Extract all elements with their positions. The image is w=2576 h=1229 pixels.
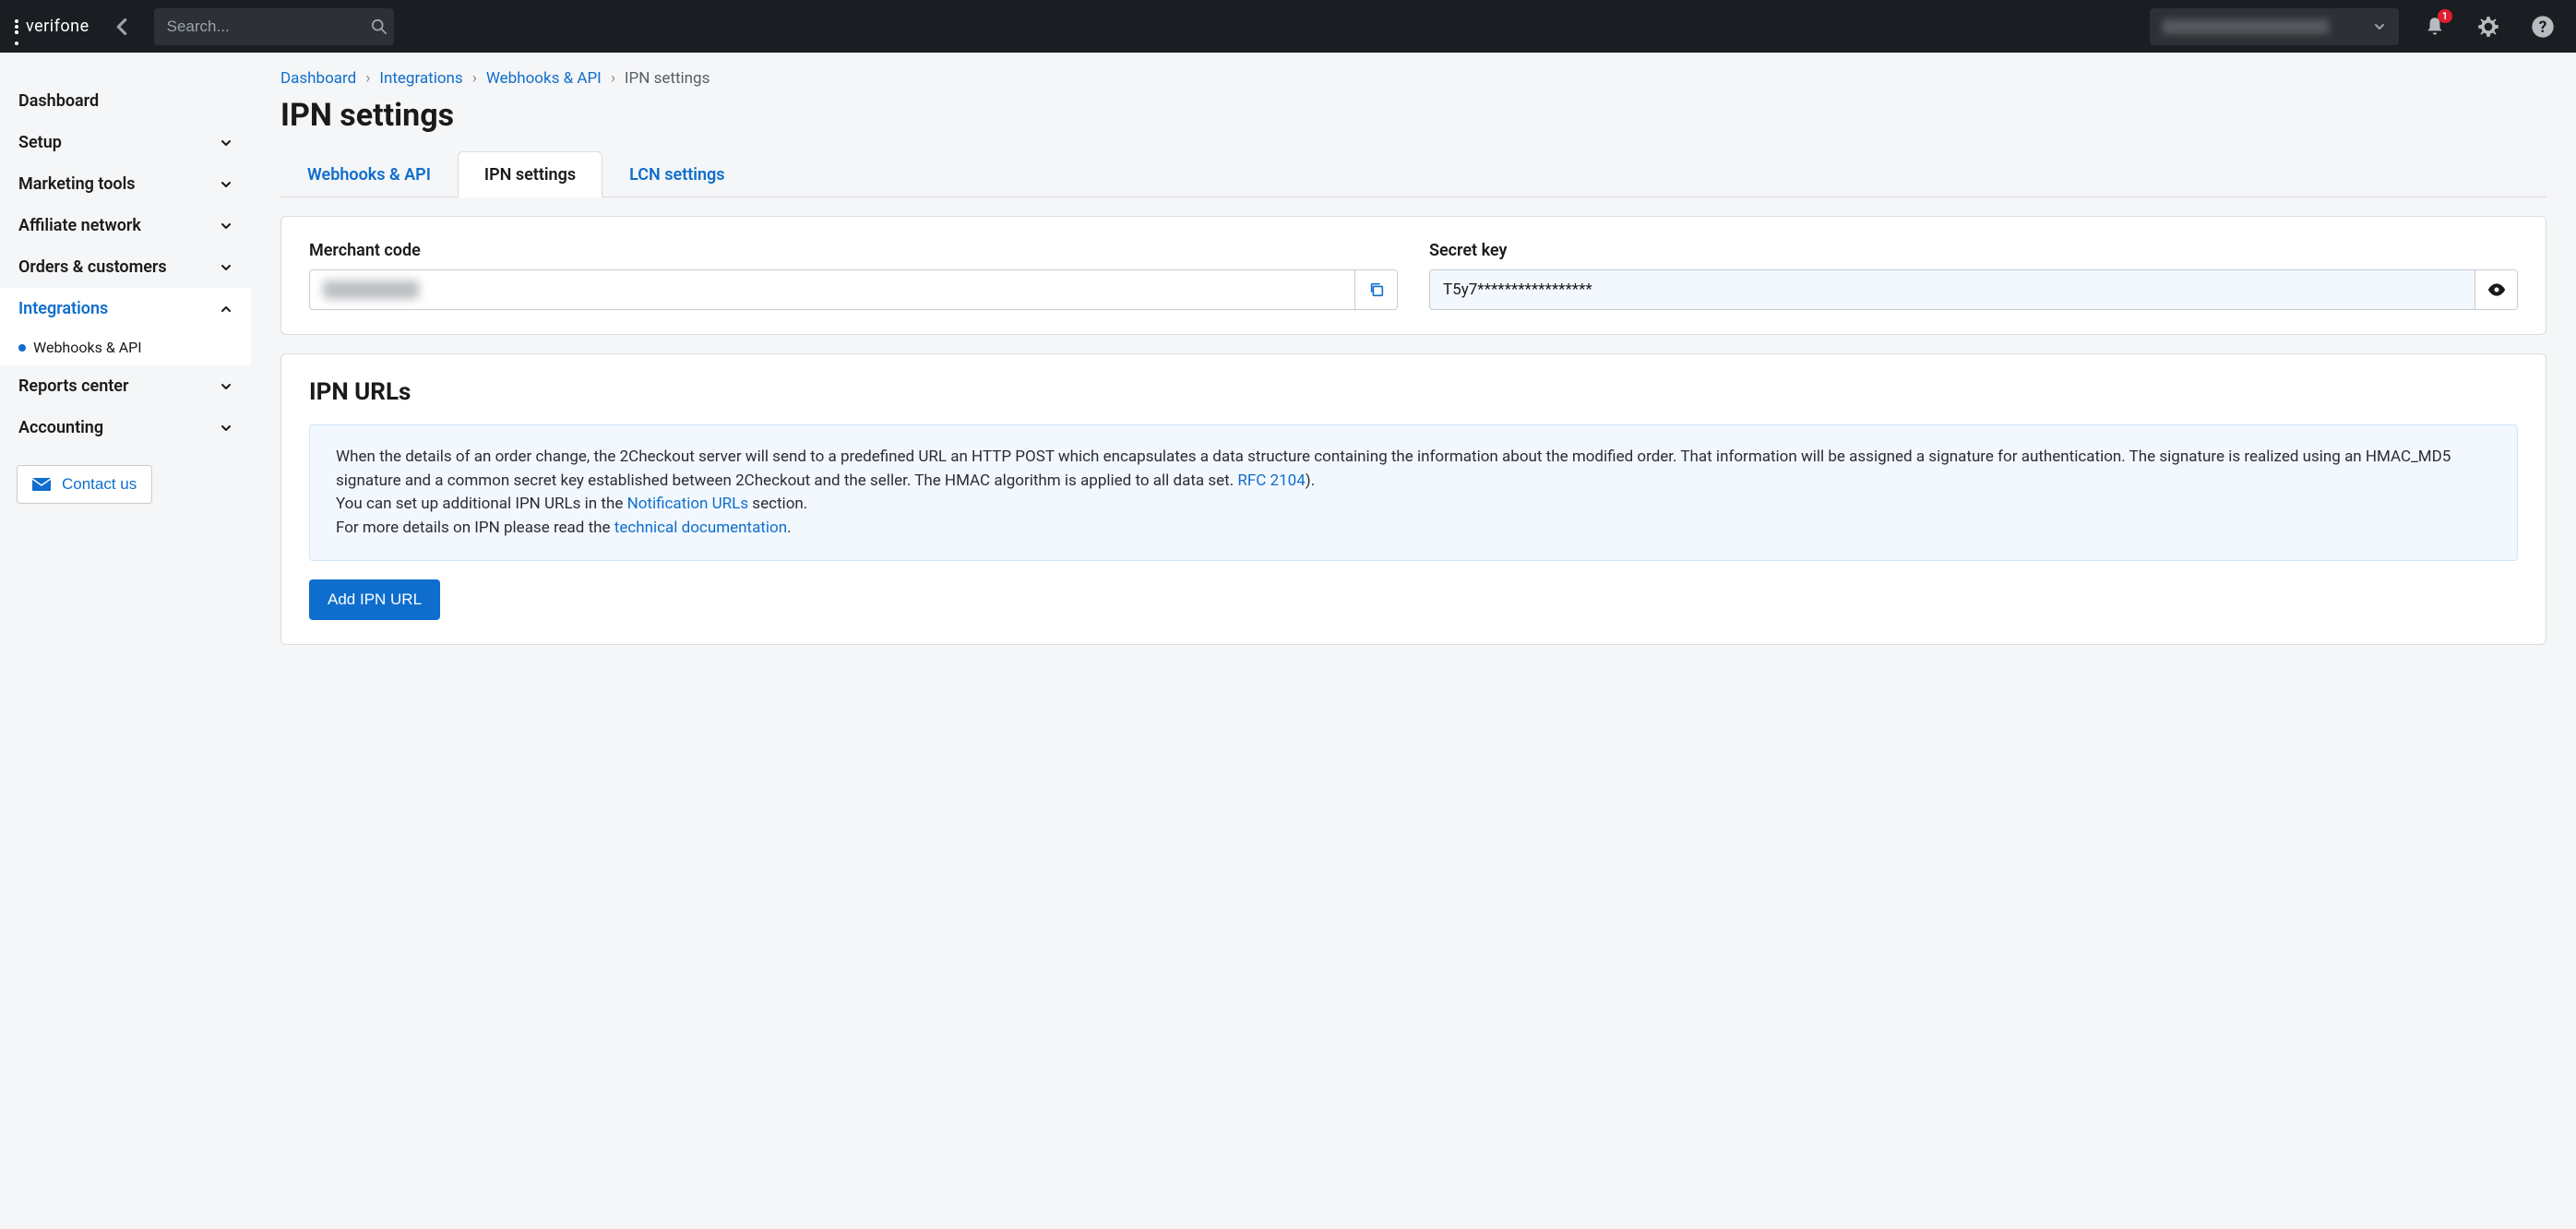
reveal-secret-key-button[interactable] (2475, 270, 2517, 309)
eye-icon (2487, 283, 2506, 296)
sidebar-subitem-label: Webhooks & API (33, 339, 142, 356)
notification-urls-link[interactable]: Notification URLs (627, 495, 749, 513)
mail-icon (32, 478, 51, 491)
chevron-down-icon (2373, 20, 2386, 33)
info-paragraph-1: When the details of an order change, the… (336, 446, 2491, 493)
merchant-code-input-group: XXXXXX (309, 269, 1398, 310)
search-box[interactable] (154, 8, 394, 45)
breadcrumb: Dashboard › Integrations › Webhooks & AP… (280, 69, 2546, 88)
chevron-left-icon (115, 18, 128, 36)
account-selector[interactable] (2150, 8, 2399, 45)
breadcrumb-link[interactable]: Dashboard (280, 69, 356, 88)
sidebar-item-label: Affiliate network (18, 216, 141, 235)
secret-key-field: Secret key T5y7***************** (1429, 241, 2518, 310)
sidebar-item-integrations[interactable]: Integrations (0, 288, 251, 329)
svg-text:?: ? (2539, 18, 2547, 36)
contact-us-label: Contact us (62, 475, 137, 494)
tab-lcn-settings[interactable]: LCN settings (602, 151, 751, 197)
chevron-down-icon (220, 422, 233, 435)
merchant-code-label: Merchant code (309, 241, 1398, 260)
chevron-down-icon (220, 137, 233, 149)
sidebar: Dashboard Setup Marketing tools Affiliat… (0, 53, 251, 1229)
brand-logo[interactable]: verifone (15, 17, 89, 36)
sidebar-item-label: Dashboard (18, 91, 99, 111)
ipn-urls-title: IPN URLs (309, 378, 2518, 406)
copy-merchant-code-button[interactable] (1354, 270, 1397, 309)
sidebar-item-accounting[interactable]: Accounting (0, 407, 251, 448)
notifications-button[interactable]: 1 (2417, 9, 2452, 44)
sidebar-item-affiliate-network[interactable]: Affiliate network (0, 205, 251, 246)
page-title: IPN settings (280, 97, 2546, 134)
chevron-down-icon (220, 178, 233, 191)
breadcrumb-separator-icon: › (472, 69, 477, 88)
ipn-urls-card: IPN URLs When the details of an order ch… (280, 353, 2546, 645)
sidebar-item-label: Orders & customers (18, 257, 167, 277)
info-paragraph-2: You can set up additional IPN URLs in th… (336, 493, 2491, 517)
gear-icon (2476, 15, 2500, 39)
logo-mark-icon (15, 19, 18, 34)
chevron-down-icon (220, 220, 233, 233)
contact-us-button[interactable]: Contact us (17, 465, 152, 504)
sidebar-item-setup[interactable]: Setup (0, 122, 251, 163)
merchant-code-field: Merchant code XXXXXX (309, 241, 1398, 310)
active-dot-icon (18, 344, 26, 352)
sidebar-item-label: Integrations (18, 299, 108, 318)
ipn-info-box: When the details of an order change, the… (309, 424, 2518, 561)
sidebar-item-marketing-tools[interactable]: Marketing tools (0, 163, 251, 205)
tabs: Webhooks & API IPN settings LCN settings (280, 150, 2546, 197)
account-selector-value (2163, 19, 2329, 34)
rfc-link[interactable]: RFC 2104 (1237, 471, 1305, 490)
sidebar-item-dashboard[interactable]: Dashboard (0, 80, 251, 122)
tab-ipn-settings[interactable]: IPN settings (458, 151, 602, 197)
breadcrumb-current: IPN settings (625, 69, 710, 88)
help-icon: ? (2530, 14, 2556, 40)
sidebar-item-reports-center[interactable]: Reports center (0, 365, 251, 407)
chevron-down-icon (220, 380, 233, 393)
notification-badge: 1 (2438, 9, 2452, 23)
secret-key-value[interactable]: T5y7***************** (1430, 270, 2475, 309)
topbar: verifone 1 ? (0, 0, 2576, 53)
breadcrumb-link[interactable]: Webhooks & API (486, 69, 602, 88)
main-content: Dashboard › Integrations › Webhooks & AP… (251, 53, 2576, 1229)
info-paragraph-3: For more details on IPN please read the … (336, 517, 2491, 541)
sidebar-item-orders-customers[interactable]: Orders & customers (0, 246, 251, 288)
sidebar-item-label: Marketing tools (18, 174, 136, 194)
breadcrumb-link[interactable]: Integrations (379, 69, 462, 88)
merchant-code-value[interactable]: XXXXXX (310, 270, 1354, 309)
sidebar-subitem-webhooks-api[interactable]: Webhooks & API (0, 329, 251, 365)
sidebar-item-label: Setup (18, 133, 62, 152)
help-button[interactable]: ? (2524, 8, 2561, 45)
chevron-up-icon (220, 303, 233, 316)
add-ipn-url-button[interactable]: Add IPN URL (309, 579, 440, 620)
secret-key-input-group: T5y7***************** (1429, 269, 2518, 310)
search-icon (371, 18, 388, 35)
breadcrumb-separator-icon: › (611, 69, 615, 88)
sidebar-collapse-button[interactable] (108, 10, 136, 43)
chevron-down-icon (220, 261, 233, 274)
sidebar-item-label: Reports center (18, 376, 128, 396)
tab-webhooks-api[interactable]: Webhooks & API (280, 151, 458, 197)
sidebar-item-label: Accounting (18, 418, 103, 437)
brand-name: verifone (26, 17, 89, 36)
copy-icon (1368, 281, 1385, 298)
credentials-card: Merchant code XXXXXX Secret key T5y7****… (280, 216, 2546, 335)
settings-button[interactable] (2471, 9, 2506, 44)
breadcrumb-separator-icon: › (365, 69, 370, 88)
search-input[interactable] (167, 18, 371, 36)
technical-documentation-link[interactable]: technical documentation (614, 519, 787, 537)
secret-key-label: Secret key (1429, 241, 2518, 260)
